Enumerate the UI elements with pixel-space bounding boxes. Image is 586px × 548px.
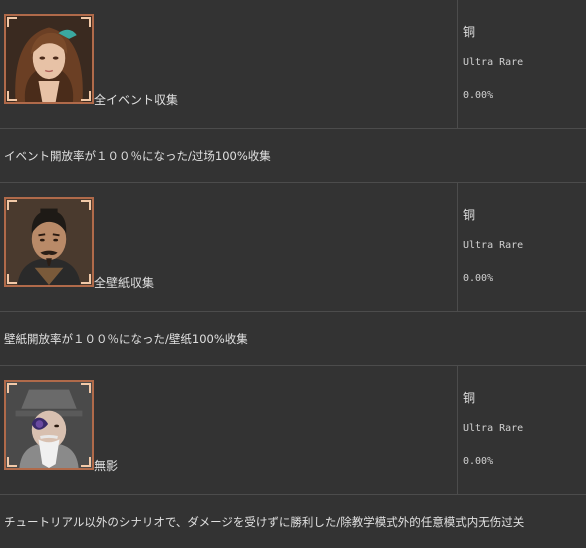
trophy-name: 全イベント収集: [94, 93, 179, 107]
trophy-description-row: 壁紙開放率が１００％になった/壁纸100%收集: [0, 312, 586, 366]
trophy-rarity: Ultra Rare: [463, 423, 524, 434]
trophy-info-cell: 全イベント収集: [0, 0, 458, 128]
trophy-description-row: イベント開放率が１００％になった/过场100%收集: [0, 129, 586, 183]
trophy-name: 無影: [94, 459, 119, 473]
trophy-meta-cell: 铜 Ultra Rare 0.00%: [459, 0, 586, 128]
trophy-info-cell: 無影: [0, 366, 458, 494]
trophy-meta-cell: 铜 Ultra Rare 0.00%: [459, 366, 586, 494]
trophy-row: 全壁紙収集 铜 Ultra Rare 0.00%: [0, 183, 586, 312]
woman-portrait-icon: [4, 14, 94, 104]
trophy-description-row: チュートリアル以外のシナリオで、ダメージを受けずに勝利した/除教学模式外的任意模…: [0, 495, 586, 548]
old-man-portrait-icon: [4, 380, 94, 470]
trophy-description: チュートリアル以外のシナリオで、ダメージを受けずに勝利した/除教学模式外的任意模…: [4, 515, 525, 529]
trophy-grade: 铜: [463, 25, 476, 39]
trophy-grade: 铜: [463, 391, 476, 405]
trophy-meta-cell: 铜 Ultra Rare 0.00%: [459, 183, 586, 311]
trophy-percent: 0.00%: [463, 273, 494, 284]
trophy-info-cell: 全壁紙収集: [0, 183, 458, 311]
trophy-grade: 铜: [463, 208, 476, 222]
trophy-description: 壁紙開放率が１００％になった/壁纸100%收集: [4, 332, 248, 346]
trophy-rarity: Ultra Rare: [463, 240, 524, 251]
trophy-rarity: Ultra Rare: [463, 57, 524, 68]
trophy-name: 全壁紙収集: [94, 276, 155, 290]
trophy-percent: 0.00%: [463, 90, 494, 101]
trophy-row: 全イベント収集 铜 Ultra Rare 0.00%: [0, 0, 586, 129]
trophy-description: イベント開放率が１００％になった/过场100%收集: [4, 149, 271, 163]
man-portrait-icon: [4, 197, 94, 287]
trophy-row: 無影 铜 Ultra Rare 0.00%: [0, 366, 586, 495]
trophy-percent: 0.00%: [463, 456, 494, 467]
